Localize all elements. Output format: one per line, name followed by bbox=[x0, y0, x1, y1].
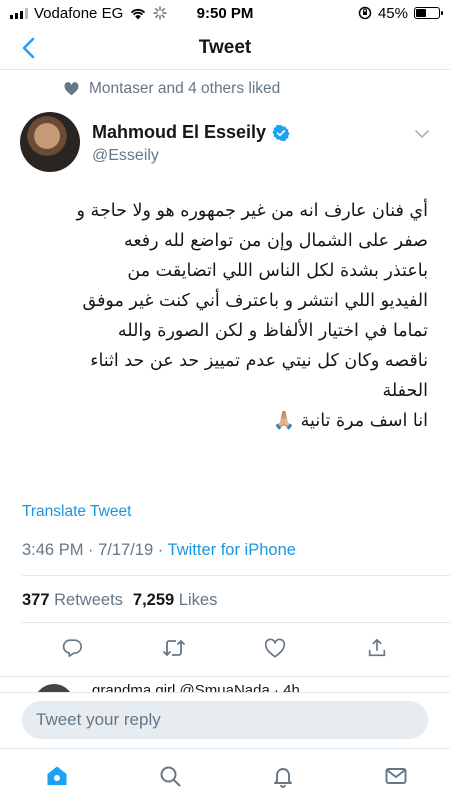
tweet-line: ناقصه وكان كل نيتي عدم تمييز حد عن حد اث… bbox=[90, 351, 428, 371]
retweets-label: Retweets bbox=[54, 591, 123, 609]
retweet-icon bbox=[162, 640, 186, 656]
reply-icon bbox=[62, 639, 82, 658]
retweets-count: 377 bbox=[22, 591, 50, 609]
tab-messages[interactable] bbox=[383, 763, 409, 789]
author-name[interactable]: Mahmoud El Esseily bbox=[92, 122, 266, 143]
page-title: Tweet bbox=[198, 36, 252, 58]
avatar[interactable] bbox=[20, 112, 80, 172]
social-context[interactable]: Montaser and 4 others liked bbox=[64, 80, 280, 98]
likes-stat[interactable]: 7,259 Likes bbox=[133, 591, 217, 610]
tweet-line: أي فنان عارف انه من غير جمهوره هو ولا حا… bbox=[76, 201, 428, 221]
tab-search[interactable] bbox=[157, 763, 183, 789]
heart-filled-icon bbox=[64, 82, 79, 96]
tweet-line: انا اسف مرة تانية 🙏🏼 bbox=[273, 411, 428, 431]
tweet-line: الحفلة bbox=[382, 381, 428, 401]
divider bbox=[0, 676, 450, 677]
reply-button[interactable] bbox=[58, 634, 86, 662]
retweet-button[interactable] bbox=[160, 634, 188, 662]
battery-percent: 45% bbox=[377, 4, 408, 22]
notifications-icon bbox=[274, 768, 292, 788]
retweets-stat[interactable]: 377 Retweets bbox=[22, 591, 123, 610]
reply-preview[interactable]: grandma girl @SmuaNada · 4h bbox=[0, 682, 450, 692]
share-icon bbox=[368, 638, 386, 657]
activity-spinner-icon bbox=[153, 6, 167, 20]
battery-fill bbox=[416, 9, 426, 17]
more-options-button[interactable] bbox=[414, 126, 430, 144]
status-bar: Vodafone EG 9:50 PM 45% bbox=[0, 0, 450, 26]
author-names[interactable]: Mahmoud El Esseily @Esseily bbox=[92, 122, 290, 165]
wifi-icon bbox=[131, 8, 146, 19]
tweet-line: تماما في اختيار الألفاظ و لكن الصورة وال… bbox=[117, 321, 428, 341]
reply-avatar bbox=[34, 684, 74, 692]
tweet-line: الفيديو اللي انتشر و باعترف أني كنت غير … bbox=[82, 291, 428, 311]
like-button[interactable] bbox=[261, 634, 289, 662]
reply-composer bbox=[0, 692, 450, 748]
battery-icon bbox=[414, 7, 443, 19]
divider bbox=[22, 622, 450, 623]
tab-bar bbox=[0, 748, 450, 800]
tweet-author: Mahmoud El Esseily @Esseily bbox=[20, 112, 430, 176]
divider bbox=[22, 575, 450, 576]
search-icon bbox=[160, 766, 181, 787]
nav-bar: Tweet bbox=[0, 26, 450, 70]
status-left: Vodafone EG bbox=[10, 5, 167, 22]
translate-tweet-link[interactable]: Translate Tweet bbox=[22, 503, 131, 521]
liked-by-text: Montaser and 4 others liked bbox=[89, 80, 281, 97]
tweet-meta: 3:46 PM · 7/17/19 · Twitter for iPhone bbox=[22, 541, 296, 560]
tweet-line: باعتذر بشدة لكل الناس اللي اتضايقت من bbox=[127, 261, 428, 281]
tweet-timestamp: 3:46 PM · 7/17/19 · bbox=[22, 541, 168, 559]
author-handle[interactable]: @Esseily bbox=[92, 147, 290, 165]
reply-header-text: grandma girl @SmuaNada · 4h bbox=[92, 682, 300, 692]
back-button[interactable] bbox=[14, 34, 42, 62]
tweet-source-link[interactable]: Twitter for iPhone bbox=[168, 541, 296, 559]
orientation-lock-icon bbox=[358, 6, 372, 20]
verified-badge-icon bbox=[272, 124, 290, 141]
status-right: 45% bbox=[358, 4, 443, 22]
messages-icon bbox=[385, 768, 407, 784]
signal-icon bbox=[10, 7, 28, 19]
like-icon bbox=[264, 638, 286, 658]
home-icon bbox=[47, 766, 67, 785]
likes-label: Likes bbox=[178, 591, 218, 609]
tweet-line: صفر على الشمال وإن من تواضع لله رفعه bbox=[123, 231, 428, 251]
tweet-stats: 377 Retweets 7,259 Likes bbox=[22, 591, 217, 610]
likes-count: 7,259 bbox=[132, 591, 175, 609]
tweet-actions bbox=[0, 634, 450, 664]
tweet-text: أي فنان عارف انه من غير جمهوره هو ولا حا… bbox=[20, 196, 428, 436]
carrier-label: Vodafone EG bbox=[34, 4, 124, 22]
tab-home[interactable] bbox=[44, 763, 70, 789]
chevron-left-icon bbox=[22, 37, 35, 59]
reply-input[interactable] bbox=[22, 701, 428, 739]
chevron-down-icon bbox=[415, 130, 429, 139]
share-button[interactable] bbox=[363, 634, 391, 662]
tab-notifications[interactable] bbox=[270, 763, 296, 789]
